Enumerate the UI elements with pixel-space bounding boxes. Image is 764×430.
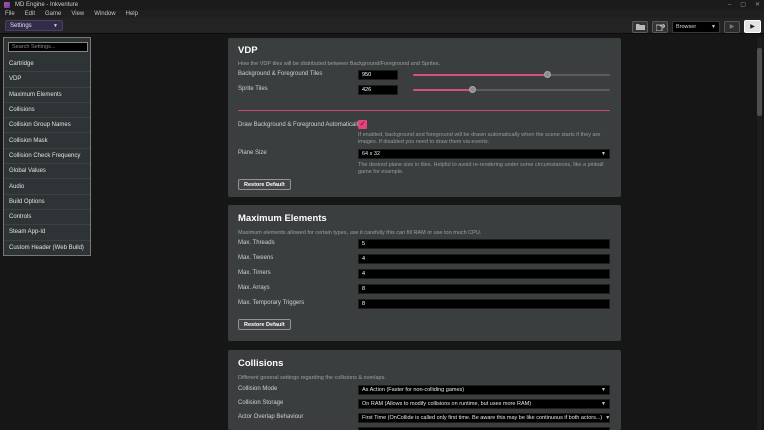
menu-edit[interactable]: Edit [20, 11, 40, 17]
app-icon [4, 2, 10, 8]
collision-mode-value: As Action (Faster for non-colliding game… [362, 387, 464, 393]
field-label: Max. Timers [238, 270, 271, 276]
field-label: Max. Temporary Triggers [238, 300, 304, 306]
chevron-down-icon: ▼ [601, 151, 606, 157]
field-label: Max. Threads [238, 240, 275, 246]
panel-title: Collisions [238, 358, 283, 369]
vdp-panel: VDP How the VDP tiles will be distribute… [228, 38, 621, 197]
folder-icon [636, 23, 645, 30]
help-text: If enabled, background and foreground wi… [358, 132, 616, 145]
scrollbar-thumb[interactable] [757, 48, 762, 116]
run-button[interactable]: ▶ [744, 20, 761, 33]
field-label: Max. Tweens [238, 255, 273, 261]
sidebar-item-global-values[interactable]: Global Values [4, 163, 90, 178]
slider-fill [413, 89, 472, 91]
sidebar-item-maximum-elements[interactable]: Maximum Elements [4, 87, 90, 102]
panel-title: VDP [238, 45, 258, 56]
panel-title: Maximum Elements [238, 213, 327, 224]
sidebar-item-collisions[interactable]: Collisions [4, 102, 90, 117]
field-label: Sprite Tiles [238, 86, 268, 92]
export-build-button[interactable] [652, 21, 668, 33]
collision-mode-select[interactable]: As Action (Faster for non-colliding game… [358, 385, 610, 395]
settings-page-select[interactable]: Settings ▼ [5, 20, 63, 31]
sidebar-item-collision-group-names[interactable]: Collision Group Names [4, 117, 90, 132]
open-folder-button[interactable] [632, 21, 648, 33]
check-icon: ✓ [360, 121, 366, 128]
field-label: Draw Background & Foreground Automatical… [238, 122, 361, 128]
max-temporary-triggers-input[interactable]: 8 [358, 299, 610, 309]
settings-select-label: Settings [10, 23, 32, 29]
chevron-down-icon: ▼ [605, 415, 610, 421]
sidebar-item-build-options[interactable]: Build Options [4, 194, 90, 209]
sidebar-item-audio[interactable]: Audio [4, 178, 90, 193]
actor-overlap-value: First Time (OnCollide is called only fir… [362, 415, 602, 421]
sidebar-item-controls[interactable]: Controls [4, 209, 90, 224]
bg-fg-tiles-slider[interactable] [413, 71, 610, 79]
sidebar-item-collision-check-frequency[interactable]: Collision Check Frequency [4, 148, 90, 163]
close-icon[interactable]: ✕ [755, 1, 760, 9]
chevron-down-icon: ▼ [711, 24, 716, 30]
minimize-icon[interactable]: – [728, 1, 731, 9]
restore-default-button[interactable]: Restore Default [238, 319, 291, 330]
collision-storage-value: On RAM (Allows to modify collisions on r… [362, 401, 531, 407]
menu-view[interactable]: View [66, 11, 89, 17]
play-icon: ▶ [750, 23, 755, 30]
sidebar-item-vdp[interactable]: VDP [4, 71, 90, 86]
actor-overlap-behaviour-select[interactable]: First Time (OnCollide is called only fir… [358, 413, 610, 423]
menu-bar: File Edit Game View Window Help [0, 10, 764, 18]
play-outline-icon: ▶ [730, 23, 735, 30]
restore-default-button[interactable]: Restore Default [238, 179, 291, 190]
sidebar-item-steam-app-id[interactable]: Steam App-Id [4, 224, 90, 239]
field-label: Plane Size [238, 150, 267, 156]
accent-divider [238, 110, 610, 111]
plane-size-select[interactable]: 64 x 32 ▼ [358, 149, 610, 159]
debug-run-button[interactable]: ▶ [724, 21, 740, 33]
slider-thumb[interactable] [469, 86, 476, 93]
field-label: Max. Arrays [238, 285, 270, 291]
window-title: MD Engine - Inkventure [15, 2, 78, 8]
max-arrays-input[interactable]: 8 [358, 284, 610, 294]
panel-description: Maximum elements allowed for certain typ… [238, 230, 481, 236]
sidebar-item-cartridge[interactable]: Cartridge [4, 56, 90, 71]
slider-fill [413, 74, 547, 76]
slider-thumb[interactable] [544, 71, 551, 78]
export-icon [656, 23, 665, 31]
max-tweens-input[interactable]: 4 [358, 254, 610, 264]
panel-description: How the VDP tiles will be distributed be… [238, 61, 440, 67]
sprite-tiles-slider[interactable] [413, 86, 610, 94]
search-input[interactable] [8, 42, 88, 52]
sidebar-item-custom-header[interactable]: Custom Header (Web Build) [4, 240, 90, 255]
sprite-tiles-input[interactable]: 426 [358, 85, 398, 95]
maximize-icon[interactable]: ▢ [740, 1, 746, 9]
menu-window[interactable]: Window [89, 11, 120, 17]
scrollbar[interactable] [757, 37, 762, 430]
settings-sidebar: Cartridge VDP Maximum Elements Collision… [3, 37, 91, 256]
run-target-select[interactable]: Browser ▼ [672, 21, 720, 33]
chevron-down-icon: ▼ [53, 23, 58, 29]
auto-draw-checkbox[interactable]: ✓ [358, 120, 367, 129]
panel-description: Different general settings regarding the… [238, 375, 386, 381]
plane-size-value: 64 x 32 [362, 151, 380, 157]
sidebar-item-collision-mask[interactable]: Collision Mask [4, 132, 90, 147]
chevron-down-icon: ▼ [601, 387, 606, 393]
field-label: Collision Storage [238, 400, 283, 406]
maximum-elements-panel: Maximum Elements Maximum elements allowe… [228, 205, 621, 341]
bg-fg-tiles-input[interactable]: 950 [358, 70, 398, 80]
title-bar: MD Engine - Inkventure – ▢ ✕ [0, 0, 764, 10]
max-timers-input[interactable]: 4 [358, 269, 610, 279]
collisions-panel: Collisions Different general settings re… [228, 350, 621, 430]
toolbar: Settings ▼ Browser ▼ ▶ ▶ [0, 18, 764, 34]
menu-help[interactable]: Help [121, 11, 143, 17]
collision-storage-select[interactable]: On RAM (Allows to modify collisions on r… [358, 399, 610, 409]
field-label: Background & Foreground Tiles [238, 71, 322, 77]
field-label: Actor Overlap Behaviour [238, 414, 303, 420]
help-text: The desired plane size in tiles. Helpful… [358, 162, 616, 175]
chevron-down-icon: ▼ [601, 401, 606, 407]
field-label: Collision Mode [238, 386, 277, 392]
run-target-label: Browser [676, 24, 696, 30]
menu-game[interactable]: Game [40, 11, 66, 17]
menu-file[interactable]: File [0, 11, 20, 17]
max-threads-input[interactable]: 5 [358, 239, 610, 249]
